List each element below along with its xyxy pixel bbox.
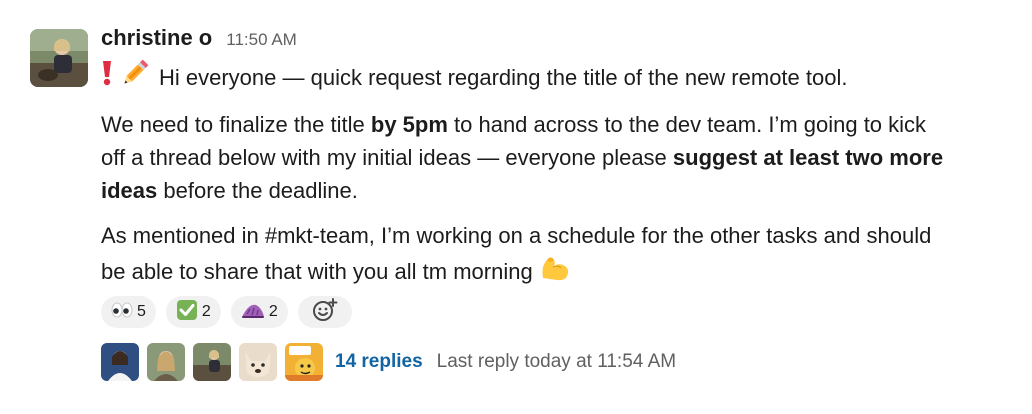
text-segment: before the deadline. [157, 178, 358, 203]
reply-avatar [147, 343, 185, 381]
message: christine o 11:50 AM Hi everyone — quick… [0, 0, 1032, 414]
message-header: christine o 11:50 AM [101, 25, 1021, 57]
message-line-1-text: Hi everyone — quick request regarding th… [159, 65, 848, 90]
eyes-icon [111, 301, 133, 324]
paragraph-2-line-1: We need to finalize the title by 5pm to … [101, 108, 1021, 141]
exclamation-icon [101, 60, 113, 95]
party-hat-icon [241, 301, 265, 324]
message-line-1: Hi everyone — quick request regarding th… [101, 59, 1021, 96]
reaction-white-check-mark[interactable]: 2 [165, 296, 221, 328]
white-check-mark-icon [176, 299, 198, 326]
paragraph-2-line-3: ideas before the deadline. [101, 174, 1021, 207]
thread-last-reply: Last reply today at 11:54 AM [436, 351, 677, 372]
author-name[interactable]: christine o [101, 25, 212, 51]
bold-deadline: by 5pm [370, 112, 448, 137]
reaction-count: 2 [201, 303, 211, 320]
reply-avatar [193, 343, 231, 381]
reaction-count: 2 [268, 303, 278, 320]
reaction-party-hat[interactable]: 2 [230, 296, 288, 328]
text-segment: We need to finalize the title [101, 112, 371, 137]
text-segment: to hand across to the dev team. I’m goin… [447, 112, 927, 137]
reply-avatar [285, 343, 323, 381]
thread-summary[interactable]: 14 replies Last reply today at 11:54 AM [101, 343, 676, 381]
flexed-biceps-icon [539, 252, 571, 291]
reaction-count: 5 [137, 303, 146, 320]
author-avatar[interactable] [30, 29, 88, 87]
reply-avatar [239, 343, 277, 381]
text-segment: As mentioned in #mkt-team, I’m working o… [101, 223, 932, 248]
thread-replies-link[interactable]: 14 replies [335, 351, 423, 373]
reaction-eyes[interactable]: 5 [101, 296, 156, 328]
text-segment: be able to share that with you all tm mo… [101, 259, 539, 284]
reply-avatar [101, 343, 139, 381]
paragraph-3-line-1: As mentioned in #mkt-team, I’m working o… [101, 219, 1021, 252]
paragraph-2-line-2: off a thread below with my initial ideas… [101, 141, 1021, 174]
message-paragraph-3: As mentioned in #mkt-team, I’m working o… [101, 219, 1021, 291]
add-reaction-button[interactable] [297, 296, 352, 328]
reactions-bar: 5 2 2 [101, 296, 352, 328]
bold-request: suggest at least two more [672, 145, 944, 170]
bold-request-cont: ideas [101, 178, 158, 203]
message-paragraph-2: We need to finalize the title by 5pm to … [101, 108, 1021, 207]
pencil-icon [121, 59, 149, 96]
text-segment: off a thread below with my initial ideas… [101, 145, 673, 170]
add-reaction-icon [312, 297, 338, 328]
message-timestamp[interactable]: 11:50 AM [226, 30, 297, 50]
message-content: christine o 11:50 AM Hi everyone — quick… [101, 25, 1021, 291]
paragraph-3-line-2: be able to share that with you all tm mo… [101, 252, 1021, 291]
